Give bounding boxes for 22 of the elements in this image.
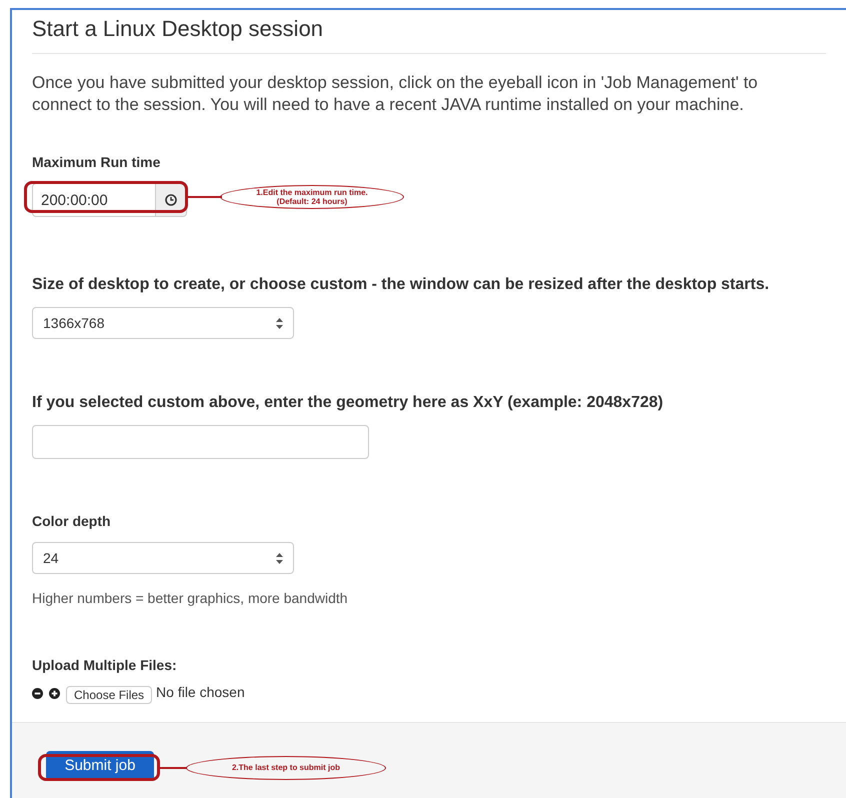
select-arrows-icon <box>276 318 283 328</box>
select-arrows-icon <box>276 552 283 564</box>
choose-files-button[interactable]: Choose Files <box>66 686 152 704</box>
page-title: Start a Linux Desktop session <box>32 12 826 54</box>
field-label: Color depth <box>32 512 112 531</box>
field-label: Size of desktop to create, or choose custom - the window can be resized after the desktop starts. <box>32 275 770 295</box>
geometry-field[interactable] <box>32 425 369 459</box>
annotation-callout: 1.Edit the maximum run time. (Default: 24 hours) <box>220 185 404 209</box>
annotation-callout: 2.The last step to submit job <box>186 756 386 780</box>
leader-line <box>159 767 187 768</box>
field-label: If you selected custom above, enter the geometry here as XxY (example: 2048x728) <box>32 393 664 413</box>
size-select[interactable]: 1366x768 <box>32 307 294 339</box>
intro-paragraph: Once you have submitted your desktop session, click on the eyeball icon in 'Job Management' to connect to the session. You will need to have a recent JAVA runtime installed on your machine. <box>32 72 759 116</box>
field-label: Upload Multiple Files: <box>32 656 178 675</box>
file-status: No file chosen <box>156 683 245 702</box>
minus-circle-icon[interactable] <box>32 688 43 699</box>
help-text: Higher numbers = better graphics, more bandwidth <box>32 589 349 608</box>
clock-icon <box>165 194 177 206</box>
color-depth-select[interactable]: 24 <box>32 542 294 574</box>
plus-circle-icon[interactable] <box>49 688 60 699</box>
leader-line <box>188 196 222 198</box>
field-label: Maximum Run time <box>32 153 162 172</box>
